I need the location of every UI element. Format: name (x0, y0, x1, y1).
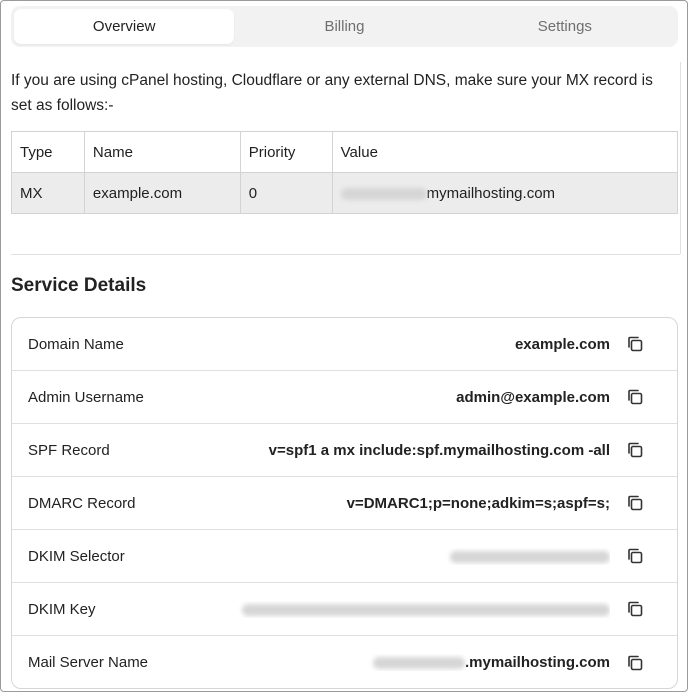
detail-value: admin@example.com (456, 388, 610, 406)
redacted-text (372, 657, 465, 670)
detail-value: .mymailhosting.com (148, 654, 610, 671)
tab-overview[interactable]: Overview (14, 9, 235, 44)
section-divider (11, 254, 680, 255)
detail-row-admin-username: Admin Username admin@example.com (12, 371, 677, 424)
tab-bar: Overview Billing Settings (11, 6, 678, 47)
panel-border (680, 62, 681, 254)
redacted-text (340, 187, 427, 200)
detail-value: example.com (514, 335, 610, 353)
copy-icon[interactable] (624, 333, 646, 355)
mx-name-cell: example.com (83, 172, 241, 214)
detail-value (96, 601, 610, 618)
detail-row-dmarc-record: DMARC Record v=DMARC1;p=none;adkim=s;asp… (12, 477, 677, 530)
column-header-priority: Priority (239, 131, 333, 173)
mx-type-cell: MX (11, 172, 85, 214)
redacted-text (242, 603, 610, 616)
mx-record-table: Type Name Priority Value MX example.com … (11, 131, 679, 214)
detail-value (125, 548, 610, 565)
detail-label: SPF Record (28, 441, 110, 459)
detail-value: v=spf1 a mx include:spf.mymailhosting.co… (268, 441, 610, 459)
copy-icon[interactable] (624, 439, 646, 461)
detail-label: DMARC Record (28, 494, 136, 512)
copy-icon[interactable] (624, 652, 646, 674)
column-header-type: Type (11, 131, 85, 173)
detail-row-domain-name: Domain Name example.com (12, 318, 677, 371)
copy-icon[interactable] (624, 492, 646, 514)
mx-priority-cell: 0 (239, 172, 333, 214)
column-header-value: Value (331, 131, 679, 173)
detail-label: DKIM Selector (28, 547, 125, 565)
detail-label: Admin Username (28, 388, 144, 406)
detail-label: Domain Name (28, 335, 124, 353)
detail-row-mail-server-name: Mail Server Name .mymailhosting.com (12, 636, 677, 688)
mx-value-cell: mymailhosting.com (331, 172, 679, 214)
detail-row-dkim-selector: DKIM Selector (12, 530, 677, 583)
redacted-text (450, 550, 610, 563)
mx-instructions: If you are using cPanel hosting, Cloudfl… (11, 72, 653, 114)
mail-server-suffix: .mymailhosting.com (464, 654, 610, 671)
service-details-title: Service Details (11, 275, 147, 296)
service-details-card: Domain Name example.com Admin Username a… (11, 317, 678, 689)
table-header-row: Type Name Priority Value (11, 131, 679, 173)
detail-row-dkim-key: DKIM Key (12, 583, 677, 636)
detail-label: Mail Server Name (28, 654, 149, 671)
tab-settings[interactable]: Settings (455, 9, 675, 44)
copy-icon[interactable] (624, 386, 646, 408)
tab-billing[interactable]: Billing (234, 9, 454, 44)
table-row: MX example.com 0 mymailhosting.com (11, 172, 679, 214)
mx-value-suffix: mymailhosting.com (426, 184, 556, 202)
detail-label: DKIM Key (28, 600, 96, 618)
copy-icon[interactable] (624, 598, 646, 620)
detail-value: v=DMARC1;p=none;adkim=s;aspf=s; (346, 494, 610, 512)
detail-row-spf-record: SPF Record v=spf1 a mx include:spf.mymai… (12, 424, 677, 477)
column-header-name: Name (83, 131, 241, 173)
copy-icon[interactable] (624, 545, 646, 567)
